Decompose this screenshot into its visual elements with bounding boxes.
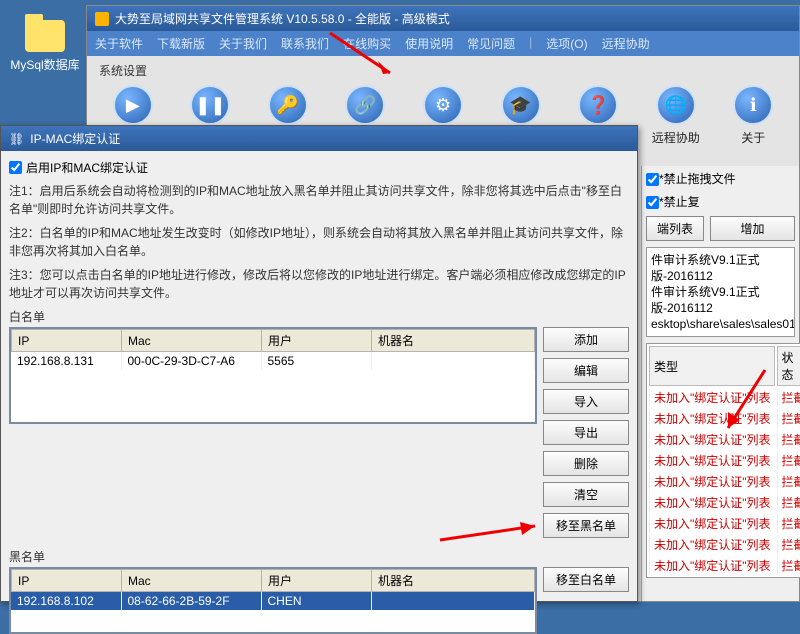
status-table: 类型 状态 未加入"绑定认证"列表拦截未加入"绑定认证"列表拦截未加入"绑定认证…	[646, 343, 800, 578]
tool-start-protect-icon: ▶	[113, 85, 153, 125]
status-row[interactable]: 未加入"绑定认证"列表拦截	[649, 472, 800, 491]
dialog-title: IP-MAC绑定认证	[30, 130, 120, 147]
status-row[interactable]: 未加入"绑定认证"列表拦截	[649, 514, 800, 533]
status-row[interactable]: 未加入"绑定认证"列表拦截	[649, 451, 800, 470]
menu-about-soft[interactable]: 关于软件	[95, 35, 143, 52]
status-row[interactable]: 未加入"绑定认证"列表拦截	[649, 409, 800, 428]
th-user[interactable]: 用户	[262, 570, 372, 592]
app-logo-icon	[95, 12, 109, 26]
file-row[interactable]: 件审计系统V9.1正式版-2016112	[651, 252, 790, 284]
th-type[interactable]: 类型	[649, 346, 775, 386]
tool-about-icon: ℹ	[733, 85, 773, 125]
ipmac-dialog: ⛓ IP-MAC绑定认证 启用IP和MAC绑定认证 注1：启用后系统会自动将检测…	[0, 125, 638, 602]
file-row[interactable]: 件审计系统V9.1正式版-2016112	[651, 284, 790, 316]
desktop-folder-label: MySql数据库	[10, 56, 80, 73]
th-host[interactable]: 机器名	[372, 330, 535, 352]
btn-delete[interactable]: 删除	[543, 451, 629, 476]
menu-download[interactable]: 下载新版	[157, 35, 205, 52]
tool-about-label: 关于	[741, 129, 765, 146]
btn-col-list[interactable]: 端列表	[646, 216, 704, 241]
th-ip[interactable]: IP	[12, 330, 122, 352]
blacklist-grid[interactable]: IP Mac 用户 机器名 192.168.8.10208-62-66-2B-5…	[9, 567, 537, 634]
chk-enable-ipmac[interactable]: 启用IP和MAC绑定认证	[9, 159, 629, 176]
th-mac[interactable]: Mac	[122, 330, 262, 352]
tool-remote-assist-label: 远程协助	[652, 129, 700, 146]
menu-contact[interactable]: 联系我们	[281, 35, 329, 52]
tool-global-settings-icon: ⚙	[423, 85, 463, 125]
file-row[interactable]: esktop\share\sales\sales01	[651, 316, 790, 332]
menu-manual[interactable]: 使用说明	[405, 35, 453, 52]
menu-about-us[interactable]: 关于我们	[219, 35, 267, 52]
th-user[interactable]: 用户	[262, 330, 372, 352]
btn-to-white[interactable]: 移至白名单	[543, 567, 629, 592]
right-pane: *禁止拖拽文件 *禁止复 端列表 增加 件审计系统V9.1正式版-2016112…	[641, 166, 799, 601]
menubar: 关于软件 下载新版 关于我们 联系我们 在线购买 使用说明 常见问题 | 选项(…	[87, 31, 799, 56]
table-row[interactable]: 192.168.8.10208-62-66-2B-59-2FCHEN	[11, 592, 535, 610]
table-row[interactable]: 192.168.8.13100-0C-29-3D-C7-A65565	[11, 352, 535, 370]
menu-sep: |	[529, 35, 532, 52]
btn-edit[interactable]: 编辑	[543, 358, 629, 383]
tool-remote-assist-icon: 🌐	[656, 85, 696, 125]
status-row[interactable]: 未加入"绑定认证"列表拦截	[649, 388, 800, 407]
tool-manual-icon: 🎓	[501, 85, 541, 125]
menu-remote[interactable]: 远程协助	[602, 35, 650, 52]
whitelist-label: 白名单	[9, 308, 629, 325]
chk-no-copy-box[interactable]	[646, 196, 659, 209]
titlebar: 大势至局域网共享文件管理系统 V10.5.58.0 - 全能版 - 高级模式	[87, 6, 799, 31]
btn-to-black[interactable]: 移至黑名单	[543, 513, 629, 538]
th-mac[interactable]: Mac	[122, 570, 262, 592]
menu-options[interactable]: 选项(O)	[546, 35, 587, 52]
note2: 注2：白名单的IP和MAC地址发生改变时（如修改IP地址），则系统会自动将其放入…	[9, 224, 629, 260]
btn-import[interactable]: 导入	[543, 389, 629, 414]
folder-icon	[25, 20, 65, 52]
blacklist-buttons: 移至白名单	[543, 567, 629, 592]
status-row[interactable]: 未加入"绑定认证"列表拦截	[649, 556, 800, 575]
btn-add[interactable]: 添加	[543, 327, 629, 352]
app-title: 大势至局域网共享文件管理系统 V10.5.58.0 - 全能版 - 高级模式	[115, 10, 450, 27]
chk-enable-ipmac-box[interactable]	[9, 161, 22, 174]
section-system-settings: 系统设置	[87, 56, 799, 81]
th-ip[interactable]: IP	[12, 570, 122, 592]
tool-bind-auth-icon: 🔗	[345, 85, 385, 125]
whitelist-buttons: 添加 编辑 导入 导出 删除 清空 移至黑名单	[543, 327, 629, 538]
whitelist-grid[interactable]: IP Mac 用户 机器名 192.168.8.13100-0C-29-3D-C…	[9, 327, 537, 424]
chk-no-drag-box[interactable]	[646, 173, 659, 186]
tool-about[interactable]: ℹ 关于	[720, 85, 788, 146]
status-row[interactable]: 未加入"绑定认证"列表拦截	[649, 430, 800, 449]
tool-faq-icon: ❓	[578, 85, 618, 125]
tool-stop-protect-icon: ❚❚	[190, 85, 230, 125]
status-row[interactable]: 未加入"绑定认证"列表拦截	[649, 493, 800, 512]
file-list[interactable]: 件审计系统V9.1正式版-2016112 件审计系统V9.1正式版-201611…	[646, 247, 795, 337]
dialog-icon: ⛓	[9, 132, 24, 146]
menu-faq[interactable]: 常见问题	[467, 35, 515, 52]
dialog-titlebar: ⛓ IP-MAC绑定认证	[1, 126, 637, 151]
desktop-folder[interactable]: MySql数据库	[10, 20, 80, 73]
tool-remote-assist[interactable]: 🌐 远程协助	[642, 85, 710, 146]
btn-clear[interactable]: 清空	[543, 482, 629, 507]
note3: 注3：您可以点击白名单的IP地址进行修改，修改后将以您修改的IP地址进行绑定。客…	[9, 266, 629, 302]
status-row[interactable]: 未加入"绑定认证"列表拦截	[649, 535, 800, 554]
blacklist-label: 黑名单	[9, 548, 629, 565]
th-status[interactable]: 状态	[777, 346, 800, 386]
btn-add-client[interactable]: 增加	[710, 216, 795, 241]
tool-access-permit-icon: 🔑	[268, 85, 308, 125]
note1: 注1：启用后系统会自动将检测到的IP和MAC地址放入黑名单并阻止其访问共享文件，…	[9, 182, 629, 218]
chk-no-copy[interactable]: *禁止复	[646, 193, 700, 210]
btn-export[interactable]: 导出	[543, 420, 629, 445]
chk-no-drag[interactable]: *禁止拖拽文件	[646, 170, 736, 187]
th-host[interactable]: 机器名	[372, 570, 535, 592]
menu-buy[interactable]: 在线购买	[343, 35, 391, 52]
